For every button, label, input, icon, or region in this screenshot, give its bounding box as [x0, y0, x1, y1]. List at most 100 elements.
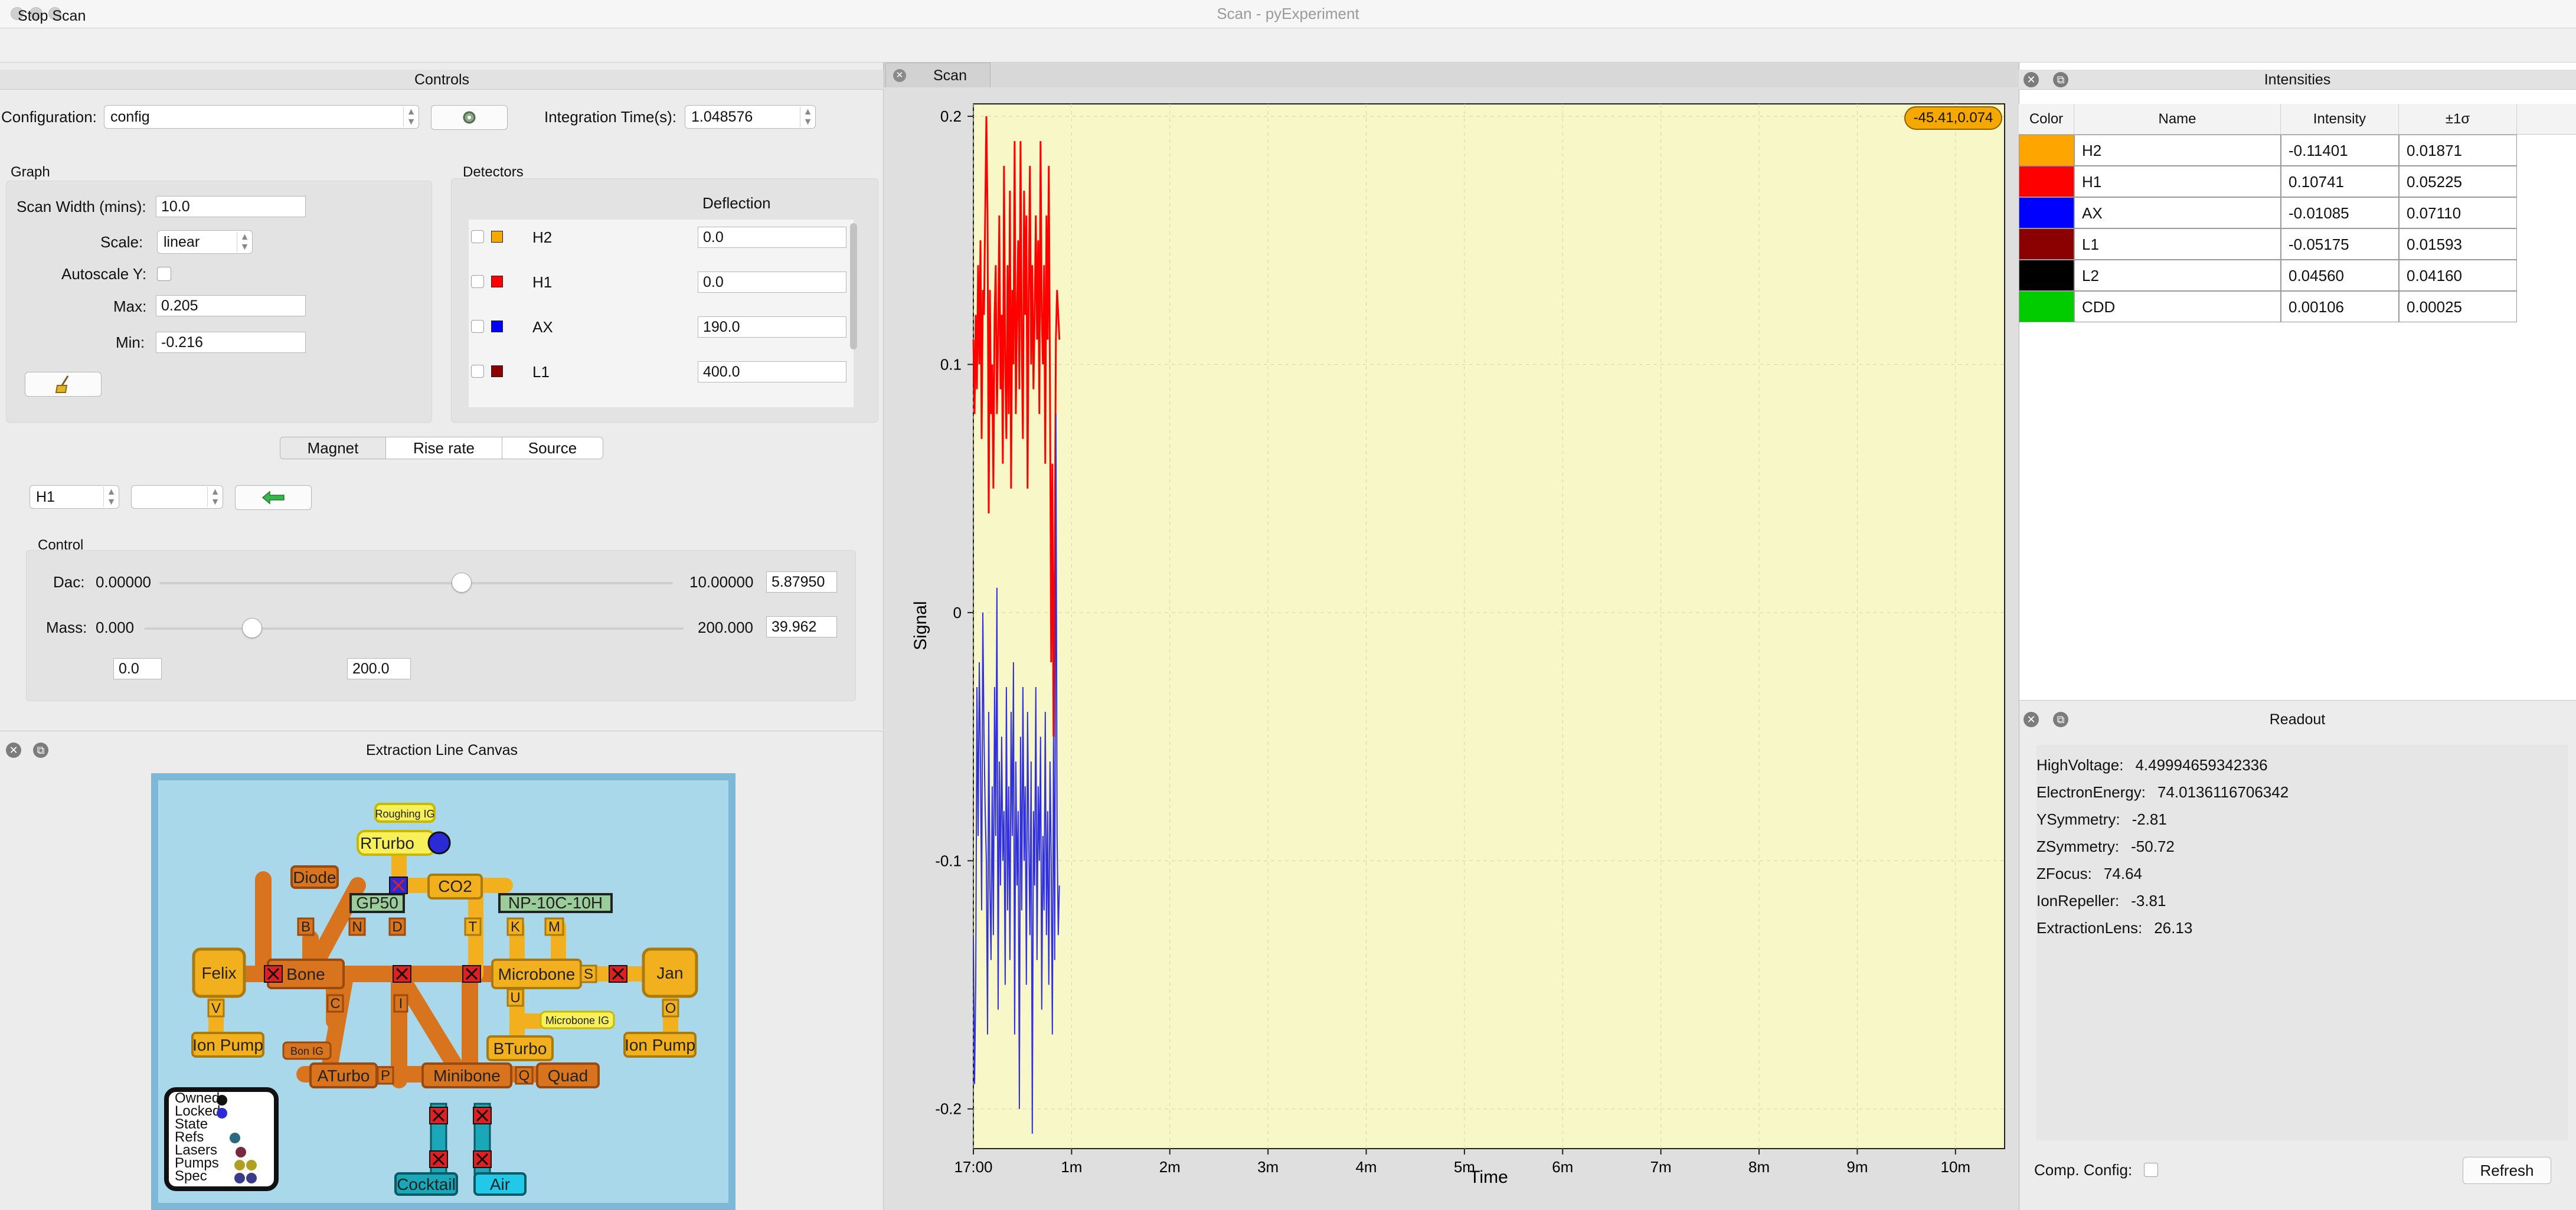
readout-value: 74.64 — [2103, 865, 2142, 882]
tab-source[interactable]: Source — [502, 437, 603, 459]
tab-scan[interactable]: ✕ Scan — [885, 63, 990, 87]
closed-valve-icon[interactable] — [462, 965, 481, 983]
scale-select[interactable]: linear ▲ ▼ — [157, 230, 253, 254]
integration-time-select[interactable]: 1.048576 ▲ ▼ — [685, 105, 816, 129]
microbone-ig-label: Microbone IG — [545, 1015, 609, 1026]
mass-label: Mass: — [46, 619, 87, 636]
detector-deflection-ax[interactable]: 190.0 — [698, 316, 846, 338]
min-input[interactable]: -0.216 — [156, 332, 306, 353]
window-title: Scan - pyExperiment — [1217, 5, 1359, 22]
valve-s-label: S — [584, 966, 593, 982]
detector-deflection-h1[interactable]: 0.0 — [698, 272, 846, 293]
closed-valve-icon[interactable] — [609, 965, 627, 983]
autoscale-checkbox[interactable] — [157, 267, 171, 281]
readout-value: -3.81 — [2131, 892, 2166, 910]
detector-checkbox-l1[interactable] — [471, 365, 484, 378]
controls-title: Controls — [0, 70, 884, 90]
close-tab-icon[interactable]: ✕ — [893, 69, 906, 82]
magnet-isotope-select[interactable]: ▲ ▼ — [131, 485, 223, 509]
valve-b-label: B — [301, 919, 310, 935]
set-magnet-button[interactable] — [235, 485, 312, 510]
valve-u-label: U — [510, 990, 520, 1006]
col-color-header[interactable]: Color — [2019, 104, 2074, 135]
mass-min: 0.000 — [96, 619, 135, 636]
y-tick-label: 0 — [953, 604, 962, 622]
row-name: AX — [2074, 197, 2281, 228]
readout-value: 4.49994659342336 — [2135, 756, 2268, 774]
mass-input[interactable]: 39.962 — [766, 616, 837, 637]
comp-config-checkbox[interactable] — [2144, 1163, 2158, 1177]
magnet-detector-select[interactable]: H1 ▲ ▼ — [30, 485, 119, 509]
max-input[interactable]: 0.205 — [156, 295, 306, 316]
bone-label: Bone — [286, 965, 325, 983]
detector-checkbox-h2[interactable] — [471, 230, 484, 243]
edit-config-button[interactable] — [431, 105, 508, 130]
row-color-swatch — [2019, 291, 2074, 322]
detector-deflection-h2[interactable]: 0.0 — [698, 227, 846, 248]
clear-graph-button[interactable] — [25, 372, 102, 397]
scan-width-input[interactable]: 10.0 — [156, 196, 306, 217]
refresh-button[interactable]: Refresh — [2463, 1157, 2551, 1184]
scan-chart[interactable]: 17:00 1m 2m 3m 4m 5m 6m 7m 8m 9m 10m 0.20.10-0.1-0… — [884, 87, 2019, 1210]
mass-slider[interactable] — [144, 627, 684, 630]
col-name-header[interactable]: Name — [2074, 104, 2281, 135]
readout-item: ZFocus: 74.64 — [2036, 863, 2142, 884]
row-name: L2 — [2074, 260, 2281, 291]
bturbo-label: BTurbo — [493, 1039, 547, 1058]
readout-key: HighVoltage: — [2036, 756, 2124, 774]
closed-valve-icon[interactable] — [473, 1150, 492, 1168]
extraction-line-canvas[interactable]: Roughing IG RTurbo Diode CO2 GP50 NP-10C… — [151, 773, 735, 1210]
x-axis: 17:00 1m 2m 3m 4m 5m 6m 7m 8m 9m 10m — [954, 1149, 1970, 1176]
dac-label: Dac: — [53, 573, 85, 591]
closed-valve-icon[interactable] — [429, 1107, 448, 1124]
dac-slider[interactable] — [159, 582, 673, 584]
legend-lasers-marker — [236, 1147, 246, 1157]
configuration-select[interactable]: config ▲ ▼ — [104, 105, 419, 129]
legend-refs-marker — [230, 1133, 240, 1143]
readout-list — [2036, 745, 2568, 1140]
dac-input[interactable]: 5.87950 — [766, 571, 837, 593]
valve-i-label: I — [399, 996, 403, 1012]
detector-color-h1 — [491, 276, 503, 287]
minibone-label: Minibone — [433, 1067, 501, 1085]
chevron-updown-icon: ▲ ▼ — [237, 232, 252, 252]
magnet-detector-value: H1 — [36, 489, 55, 505]
closed-valve-icon[interactable] — [389, 877, 408, 894]
tab-rise-rate[interactable]: Rise rate — [385, 437, 502, 459]
row-color-swatch — [2019, 228, 2074, 260]
closed-valve-icon[interactable] — [264, 965, 283, 983]
legend-spec-marker — [246, 1173, 257, 1183]
tab-magnet[interactable]: Magnet — [280, 437, 386, 459]
x-tick-label: 3m — [1257, 1158, 1279, 1176]
x-tick-label: 4m — [1355, 1158, 1377, 1176]
x-tick-label: 9m — [1846, 1158, 1868, 1176]
graph-group-title: Graph — [11, 164, 50, 180]
closed-valve-icon[interactable] — [429, 1150, 448, 1168]
col-intensity-header[interactable]: Intensity — [2281, 104, 2399, 135]
readout-item: HighVoltage: 4.49994659342336 — [2036, 754, 2268, 776]
detectors-scrollbar[interactable] — [850, 223, 857, 349]
cocktail-label: Cocktail — [397, 1175, 456, 1193]
row-intensity: 0.00106 — [2281, 291, 2399, 322]
col-sigma-header[interactable]: ±1σ — [2399, 104, 2517, 135]
stop-scan-button[interactable]: Stop Scan — [18, 2, 86, 30]
closed-valve-icon[interactable] — [473, 1107, 492, 1124]
mass-max: 200.000 — [698, 619, 753, 636]
toolbar — [0, 28, 2576, 63]
closed-valve-icon[interactable] — [393, 965, 411, 983]
microbone-label: Microbone — [498, 965, 576, 983]
felix-label: Felix — [201, 964, 236, 982]
scan-width-label: Scan Width (mins): — [17, 198, 146, 215]
detector-checkbox-ax[interactable] — [471, 320, 484, 333]
rturbo-valve-icon[interactable] — [427, 831, 451, 855]
detector-checkbox-h1[interactable] — [471, 275, 484, 288]
row-intensity: 0.10741 — [2281, 166, 2399, 197]
dac-slider-handle[interactable] — [451, 573, 472, 593]
range-high-input[interactable]: 200.0 — [347, 658, 411, 679]
valve-c-label: C — [330, 996, 340, 1012]
mass-slider-handle[interactable] — [241, 618, 262, 638]
detector-deflection-l1[interactable]: 400.0 — [698, 361, 846, 382]
readout-key: ElectronEnergy: — [2036, 783, 2146, 801]
row-sigma: 0.05225 — [2399, 166, 2517, 197]
range-low-input[interactable]: 0.0 — [113, 658, 162, 679]
